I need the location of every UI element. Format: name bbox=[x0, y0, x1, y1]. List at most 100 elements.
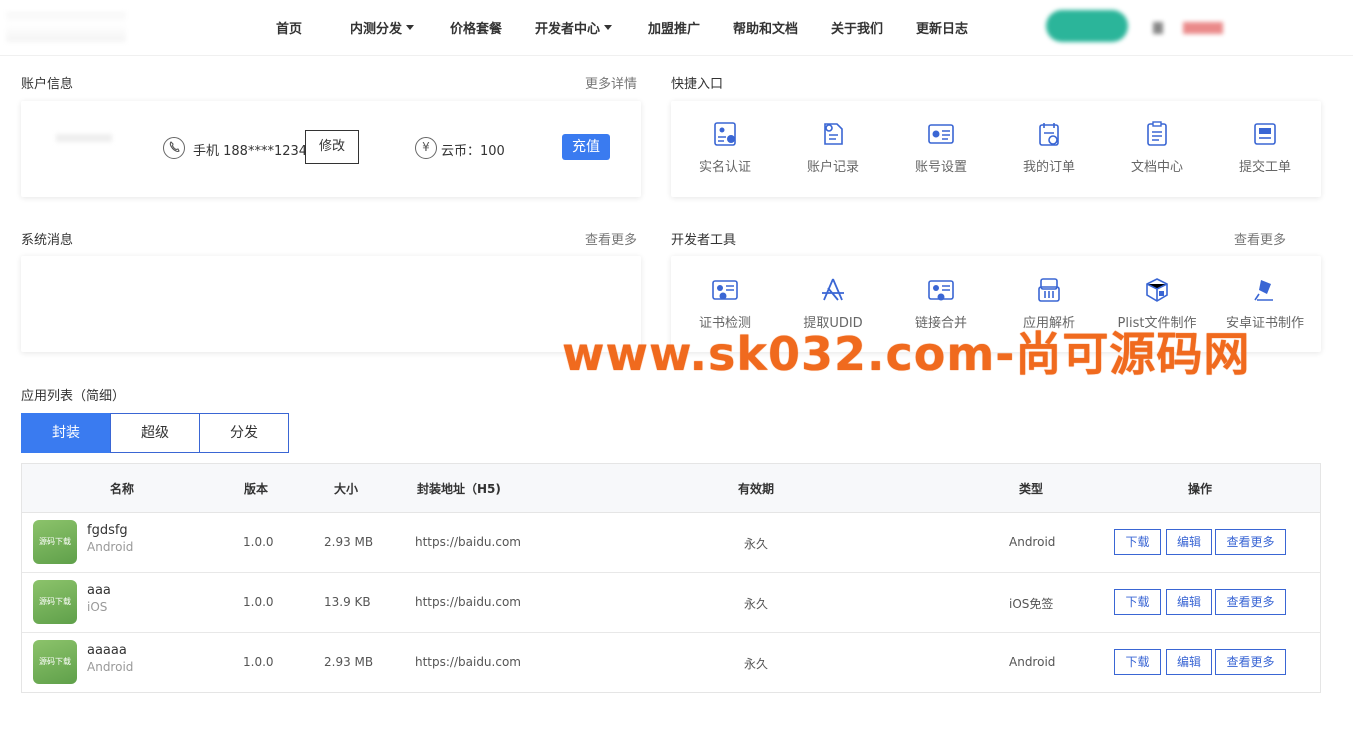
account-settings-icon bbox=[928, 124, 954, 144]
tab-distribute[interactable]: 分发 bbox=[199, 413, 289, 453]
quick-item-ticket[interactable]: 提交工单 bbox=[1220, 120, 1310, 175]
app-platform: Android bbox=[87, 540, 134, 554]
column-header: 大小 bbox=[334, 482, 359, 496]
app-url[interactable]: https://baidu.com bbox=[415, 655, 521, 669]
quick-item-label: 实名认证 bbox=[698, 160, 751, 175]
plist-icon bbox=[1146, 278, 1168, 302]
applist-tabs: 封装 超级 分发 bbox=[21, 413, 289, 453]
phone-number: 手机 188****1234 bbox=[193, 144, 308, 159]
link-merge-icon bbox=[928, 280, 954, 301]
app-size: 2.93 MB bbox=[324, 535, 374, 549]
app-type: iOS免签 bbox=[1009, 597, 1054, 611]
app-name[interactable]: aaa bbox=[87, 583, 111, 598]
messages-section-title: 系统消息 bbox=[21, 233, 74, 248]
view-more-button[interactable]: 查看更多 bbox=[1215, 589, 1286, 615]
nav-pricing[interactable]: 价格套餐 bbox=[450, 18, 502, 37]
app-parse-icon bbox=[1038, 278, 1060, 302]
download-button[interactable]: 下载 bbox=[1114, 649, 1161, 675]
chevron-down-icon bbox=[406, 25, 415, 30]
app-version: 1.0.0 bbox=[243, 535, 274, 549]
phone-icon bbox=[163, 137, 185, 159]
android-cert-icon bbox=[1254, 280, 1273, 301]
devtools-more-link[interactable]: 查看更多 bbox=[1234, 229, 1286, 248]
app-platform: iOS bbox=[87, 600, 108, 614]
view-more-button[interactable]: 查看更多 bbox=[1215, 529, 1286, 555]
nav-action-button[interactable] bbox=[1046, 10, 1128, 42]
nav-changelog[interactable]: 更新日志 bbox=[916, 18, 968, 37]
column-header: 名称 bbox=[110, 482, 135, 496]
quick-item-label: 我的订单 bbox=[1022, 160, 1075, 175]
table-row: 源码下载 aaa iOS 1.0.0 13.9 KB https://baidu… bbox=[22, 573, 1320, 633]
quick-item-label: 提交工单 bbox=[1238, 160, 1291, 175]
edit-button[interactable]: 编辑 bbox=[1166, 529, 1212, 555]
column-header: 封装地址（H5) bbox=[417, 482, 501, 496]
watermark: www.sk032.com-尚可源码网 bbox=[562, 327, 1251, 381]
edit-button[interactable]: 编辑 bbox=[1166, 649, 1212, 675]
messages-card bbox=[21, 256, 641, 352]
quick-item-verify[interactable]: 实名认证 bbox=[680, 120, 770, 175]
nav-beta-distribution-label: 内测分发 bbox=[350, 22, 403, 37]
nav-developer-center[interactable]: 开发者中心 bbox=[535, 18, 613, 37]
app-name[interactable]: aaaaa bbox=[87, 643, 127, 658]
app-table: 名称 版本 大小 封装地址（H5) 有效期 类型 操作 源码下载 fgdsfg … bbox=[21, 463, 1321, 693]
nav-developer-center-label: 开发者中心 bbox=[535, 22, 601, 37]
view-more-button[interactable]: 查看更多 bbox=[1215, 649, 1286, 675]
top-nav: 首页 内测分发 价格套餐 开发者中心 加盟推广 帮助和文档 关于我们 更新日志 bbox=[0, 0, 1353, 56]
column-header: 有效期 bbox=[738, 482, 775, 496]
app-url[interactable]: https://baidu.com bbox=[415, 535, 521, 549]
quick-item-account-settings[interactable]: 账号设置 bbox=[896, 120, 986, 175]
ticket-icon bbox=[1254, 123, 1276, 145]
quick-item-docs[interactable]: 文档中心 bbox=[1112, 120, 1202, 175]
quick-item-orders[interactable]: 我的订单 bbox=[1004, 120, 1094, 175]
messages-more-link[interactable]: 查看更多 bbox=[585, 229, 637, 248]
nav-home[interactable]: 首页 bbox=[276, 18, 302, 37]
quick-section-title: 快捷入口 bbox=[671, 77, 724, 92]
recharge-button[interactable]: 充值 bbox=[562, 134, 610, 160]
app-expiry: 永久 bbox=[744, 537, 769, 551]
download-button[interactable]: 下载 bbox=[1114, 529, 1161, 555]
download-button[interactable]: 下载 bbox=[1114, 589, 1161, 615]
app-type: Android bbox=[1009, 655, 1056, 669]
app-name[interactable]: fgdsfg bbox=[87, 523, 128, 538]
nav-franchise[interactable]: 加盟推广 bbox=[648, 18, 700, 37]
table-row: 源码下载 aaaaa Android 1.0.0 2.93 MB https:/… bbox=[22, 633, 1320, 693]
app-expiry: 永久 bbox=[744, 597, 769, 611]
order-icon bbox=[1039, 123, 1059, 146]
nav-beta-distribution[interactable]: 内测分发 bbox=[350, 18, 415, 37]
quick-item-account-record[interactable]: 账户记录 bbox=[788, 120, 878, 175]
account-record-icon bbox=[824, 123, 843, 145]
certificate-check-icon bbox=[712, 280, 738, 300]
quick-item-label: 文档中心 bbox=[1130, 160, 1183, 175]
chevron-down-icon bbox=[604, 25, 613, 30]
column-header: 类型 bbox=[1019, 482, 1044, 496]
app-expiry: 永久 bbox=[744, 657, 769, 671]
nav-help-docs[interactable]: 帮助和文档 bbox=[733, 18, 798, 37]
edit-phone-button[interactable]: 修改 bbox=[305, 130, 359, 164]
app-icon: 源码下载 bbox=[33, 640, 77, 684]
account-more-link[interactable]: 更多详情 bbox=[585, 73, 637, 92]
logo[interactable] bbox=[6, 12, 126, 42]
app-version: 1.0.0 bbox=[243, 595, 274, 609]
column-header: 版本 bbox=[244, 482, 269, 496]
tab-package[interactable]: 封装 bbox=[21, 413, 111, 453]
quick-item-label: 账户记录 bbox=[806, 160, 859, 175]
app-url[interactable]: https://baidu.com bbox=[415, 595, 521, 609]
yen-icon: ¥ bbox=[415, 137, 437, 159]
applist-section-title: 应用列表（简细） bbox=[21, 389, 126, 404]
app-icon: 源码下载 bbox=[33, 580, 77, 624]
app-size: 2.93 MB bbox=[324, 655, 374, 669]
document-icon bbox=[1147, 121, 1167, 146]
user-menu[interactable] bbox=[1153, 22, 1223, 34]
app-version: 1.0.0 bbox=[243, 655, 274, 669]
table-row: 源码下载 fgdsfg Android 1.0.0 2.93 MB https:… bbox=[22, 513, 1320, 573]
tab-super[interactable]: 超级 bbox=[110, 413, 200, 453]
app-icon: 源码下载 bbox=[33, 520, 77, 564]
nav-about[interactable]: 关于我们 bbox=[831, 18, 883, 37]
app-type: Android bbox=[1009, 535, 1056, 549]
devtools-section-title: 开发者工具 bbox=[671, 233, 737, 248]
id-verify-icon bbox=[714, 122, 736, 146]
column-header: 操作 bbox=[1188, 482, 1213, 496]
app-platform: Android bbox=[87, 660, 134, 674]
edit-button[interactable]: 编辑 bbox=[1166, 589, 1212, 615]
account-section-title: 账户信息 bbox=[21, 77, 74, 92]
